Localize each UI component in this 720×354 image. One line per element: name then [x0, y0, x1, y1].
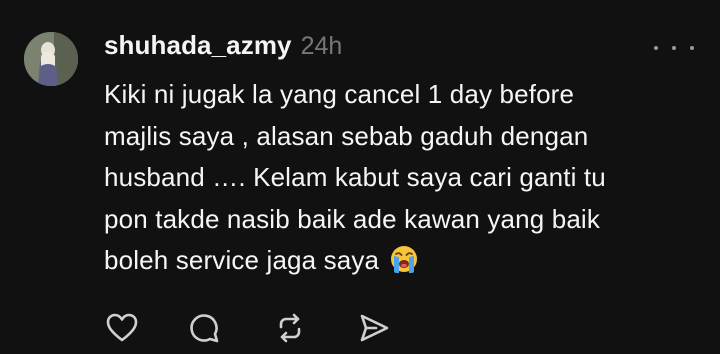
avatar-photo — [24, 32, 78, 86]
loudly-crying-face-icon — [389, 244, 419, 287]
more-options-icon[interactable] — [654, 38, 694, 58]
dot — [672, 46, 676, 50]
post-line: husband …. Kelam kabut saya cari ganti t… — [104, 162, 606, 192]
heart-icon[interactable] — [104, 310, 140, 346]
comment-bubble-icon[interactable] — [186, 310, 222, 346]
repost-icon[interactable] — [272, 310, 308, 346]
post-line: pon takde nasib baik ade kawan yang baik — [104, 203, 601, 234]
post-line: majlis saya , alasan sebab gaduh dengan — [104, 120, 589, 151]
dot — [690, 46, 694, 50]
timestamp: 24h — [300, 32, 343, 60]
post-body: Kiki ni jugak la yang cancel 1 day befor… — [104, 74, 684, 287]
avatar[interactable] — [24, 32, 78, 86]
dot — [654, 46, 658, 50]
send-icon[interactable] — [356, 310, 392, 346]
thread-post: shuhada_azmy 24h Kiki ni jugak la yang c… — [0, 0, 720, 354]
action-bar — [104, 310, 404, 346]
post-line-text: boleh service jaga saya — [104, 245, 380, 275]
post-line: boleh service jaga saya — [104, 240, 684, 287]
username[interactable]: shuhada_azmy — [104, 30, 292, 61]
post-line: Kiki ni jugak la yang cancel 1 day befor… — [104, 79, 575, 109]
post-header: shuhada_azmy 24h — [104, 30, 342, 70]
